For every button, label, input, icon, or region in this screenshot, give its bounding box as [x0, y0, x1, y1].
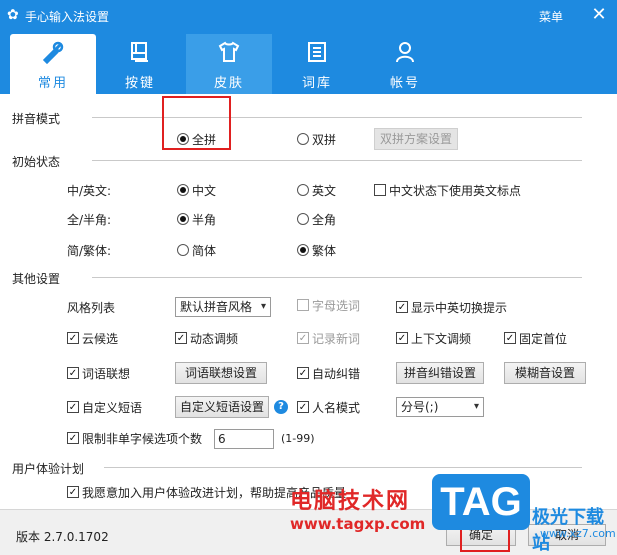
radio-half-width[interactable]: [177, 213, 189, 225]
tab-label: 皮肤: [213, 76, 244, 91]
select-value: 分号(;): [401, 400, 439, 414]
checkbox-label: 自动纠错: [312, 367, 361, 381]
checkbox-custom-phrase[interactable]: [67, 401, 79, 413]
checkbox-label: 上下文调频: [411, 332, 472, 346]
keyboard-icon: [131, 42, 148, 62]
version-label: 版本 2.7.0.1702: [16, 530, 109, 544]
checkbox-fixed-first[interactable]: [504, 332, 516, 344]
checkbox-label: 字母选词: [312, 299, 361, 313]
checkbox-label: 词语联想: [82, 367, 131, 381]
wrench-icon: [42, 41, 64, 64]
checkbox-name-mode[interactable]: [297, 401, 309, 413]
width-label: 全/半角:: [67, 213, 112, 227]
help-icon[interactable]: ?: [274, 400, 288, 414]
checkbox-cloud-candidates[interactable]: [67, 332, 79, 344]
radio-label: 简体: [192, 244, 217, 258]
checkbox-limit-candidates[interactable]: [67, 432, 79, 444]
checkbox-dynamic-freq[interactable]: [175, 332, 187, 344]
gear-icon: ✿: [7, 7, 19, 23]
divider: [92, 160, 582, 161]
tab-lexicon[interactable]: 词库: [274, 34, 360, 94]
checkbox-label: 自定义短语: [82, 401, 143, 415]
checkbox-label: 记录新词: [312, 332, 361, 346]
tab-bar: 常用 按键 皮肤 词库 帐号: [0, 32, 617, 94]
tab-label: 词库: [301, 76, 332, 91]
radio-english[interactable]: [297, 184, 309, 196]
checkbox-label: 云候选: [82, 332, 119, 346]
radio-simplified[interactable]: [177, 244, 189, 256]
watermark-download-url: www.xz7.com: [540, 527, 616, 540]
checkbox-label: 动态调频: [190, 332, 239, 346]
checkbox-label: 固定首位: [519, 332, 568, 346]
section-pinyin-mode: 拼音模式: [12, 112, 61, 126]
window-title: 手心输入法设置: [25, 10, 110, 24]
section-initial-state: 初始状态: [12, 155, 61, 169]
radio-traditional[interactable]: [297, 244, 309, 256]
tab-general[interactable]: 常用: [10, 34, 96, 94]
watermark-site-name: 电脑技术网: [290, 489, 411, 514]
tab-keys[interactable]: 按键: [97, 34, 183, 94]
chevron-down-icon: ▾: [473, 401, 479, 412]
watermark-tag-logo: TAG: [432, 474, 530, 530]
watermark-site-url: www.tagxp.com: [290, 515, 426, 533]
menu-button[interactable]: 菜单: [539, 8, 563, 25]
style-label: 风格列表: [67, 301, 116, 315]
word-association-settings-button[interactable]: 词语联想设置: [175, 362, 267, 384]
divider: [104, 467, 582, 468]
highlight-box: [162, 96, 231, 150]
tab-label: 常用: [37, 76, 68, 91]
close-button[interactable]: ✕: [588, 3, 610, 27]
select-value: 默认拼音风格: [180, 300, 253, 314]
title-bar: ✿ 手心输入法设置 菜单 ✕: [0, 0, 617, 32]
fuzzy-sound-settings-button[interactable]: 模糊音设置: [504, 362, 586, 384]
radio-double-pinyin[interactable]: [297, 133, 309, 145]
radio-chinese[interactable]: [177, 184, 189, 196]
radio-full-width[interactable]: [297, 213, 309, 225]
radio-label: 半角: [192, 213, 217, 227]
section-other-settings: 其他设置: [12, 272, 61, 286]
radio-label: 中文: [192, 184, 217, 198]
checkbox-show-switch-tip[interactable]: [396, 301, 408, 313]
checkbox-join-ux-plan[interactable]: [67, 486, 79, 498]
radio-label: 繁体: [312, 244, 337, 258]
checkbox-cn-use-en-punct[interactable]: [374, 184, 386, 196]
checkbox-label: 中文状态下使用英文标点: [389, 184, 522, 198]
checkbox-auto-correct[interactable]: [297, 367, 309, 379]
section-user-experience: 用户体验计划: [12, 462, 85, 476]
separator-select[interactable]: 分号(;) ▾: [396, 397, 484, 417]
chevron-down-icon: ▾: [260, 301, 266, 312]
checkbox-label: 限制非单字候选项个数: [82, 432, 203, 446]
divider: [92, 277, 582, 278]
custom-phrase-settings-button[interactable]: 自定义短语设置: [175, 396, 269, 418]
script-label: 简/繁体:: [67, 244, 112, 258]
radio-label: 英文: [312, 184, 337, 198]
radio-label: 全角: [312, 213, 337, 227]
limit-count-input[interactable]: 6: [214, 429, 274, 449]
checkbox-record-new-words[interactable]: [297, 332, 309, 344]
tab-account[interactable]: 帐号: [362, 34, 448, 94]
tab-skin[interactable]: 皮肤: [186, 34, 272, 94]
shirt-icon: [218, 41, 240, 62]
tab-label: 帐号: [389, 76, 420, 91]
style-select[interactable]: 默认拼音风格 ▾: [175, 297, 271, 317]
limit-range-label: (1-99): [281, 432, 315, 445]
checkbox-label: 显示中英切换提示: [411, 301, 508, 315]
book-icon: [308, 42, 326, 62]
radio-label: 双拼: [312, 133, 337, 147]
checkbox-label: 人名模式: [312, 401, 361, 415]
pinyin-correct-settings-button[interactable]: 拼音纠错设置: [396, 362, 484, 384]
checkbox-letter-select[interactable]: [297, 299, 309, 311]
checkbox-context-freq[interactable]: [396, 332, 408, 344]
checkbox-word-association[interactable]: [67, 367, 79, 379]
tab-label: 按键: [124, 76, 155, 91]
double-pinyin-settings-button[interactable]: 双拼方案设置: [374, 128, 458, 150]
user-icon: [396, 42, 414, 63]
cn-en-label: 中/英文:: [67, 184, 112, 198]
